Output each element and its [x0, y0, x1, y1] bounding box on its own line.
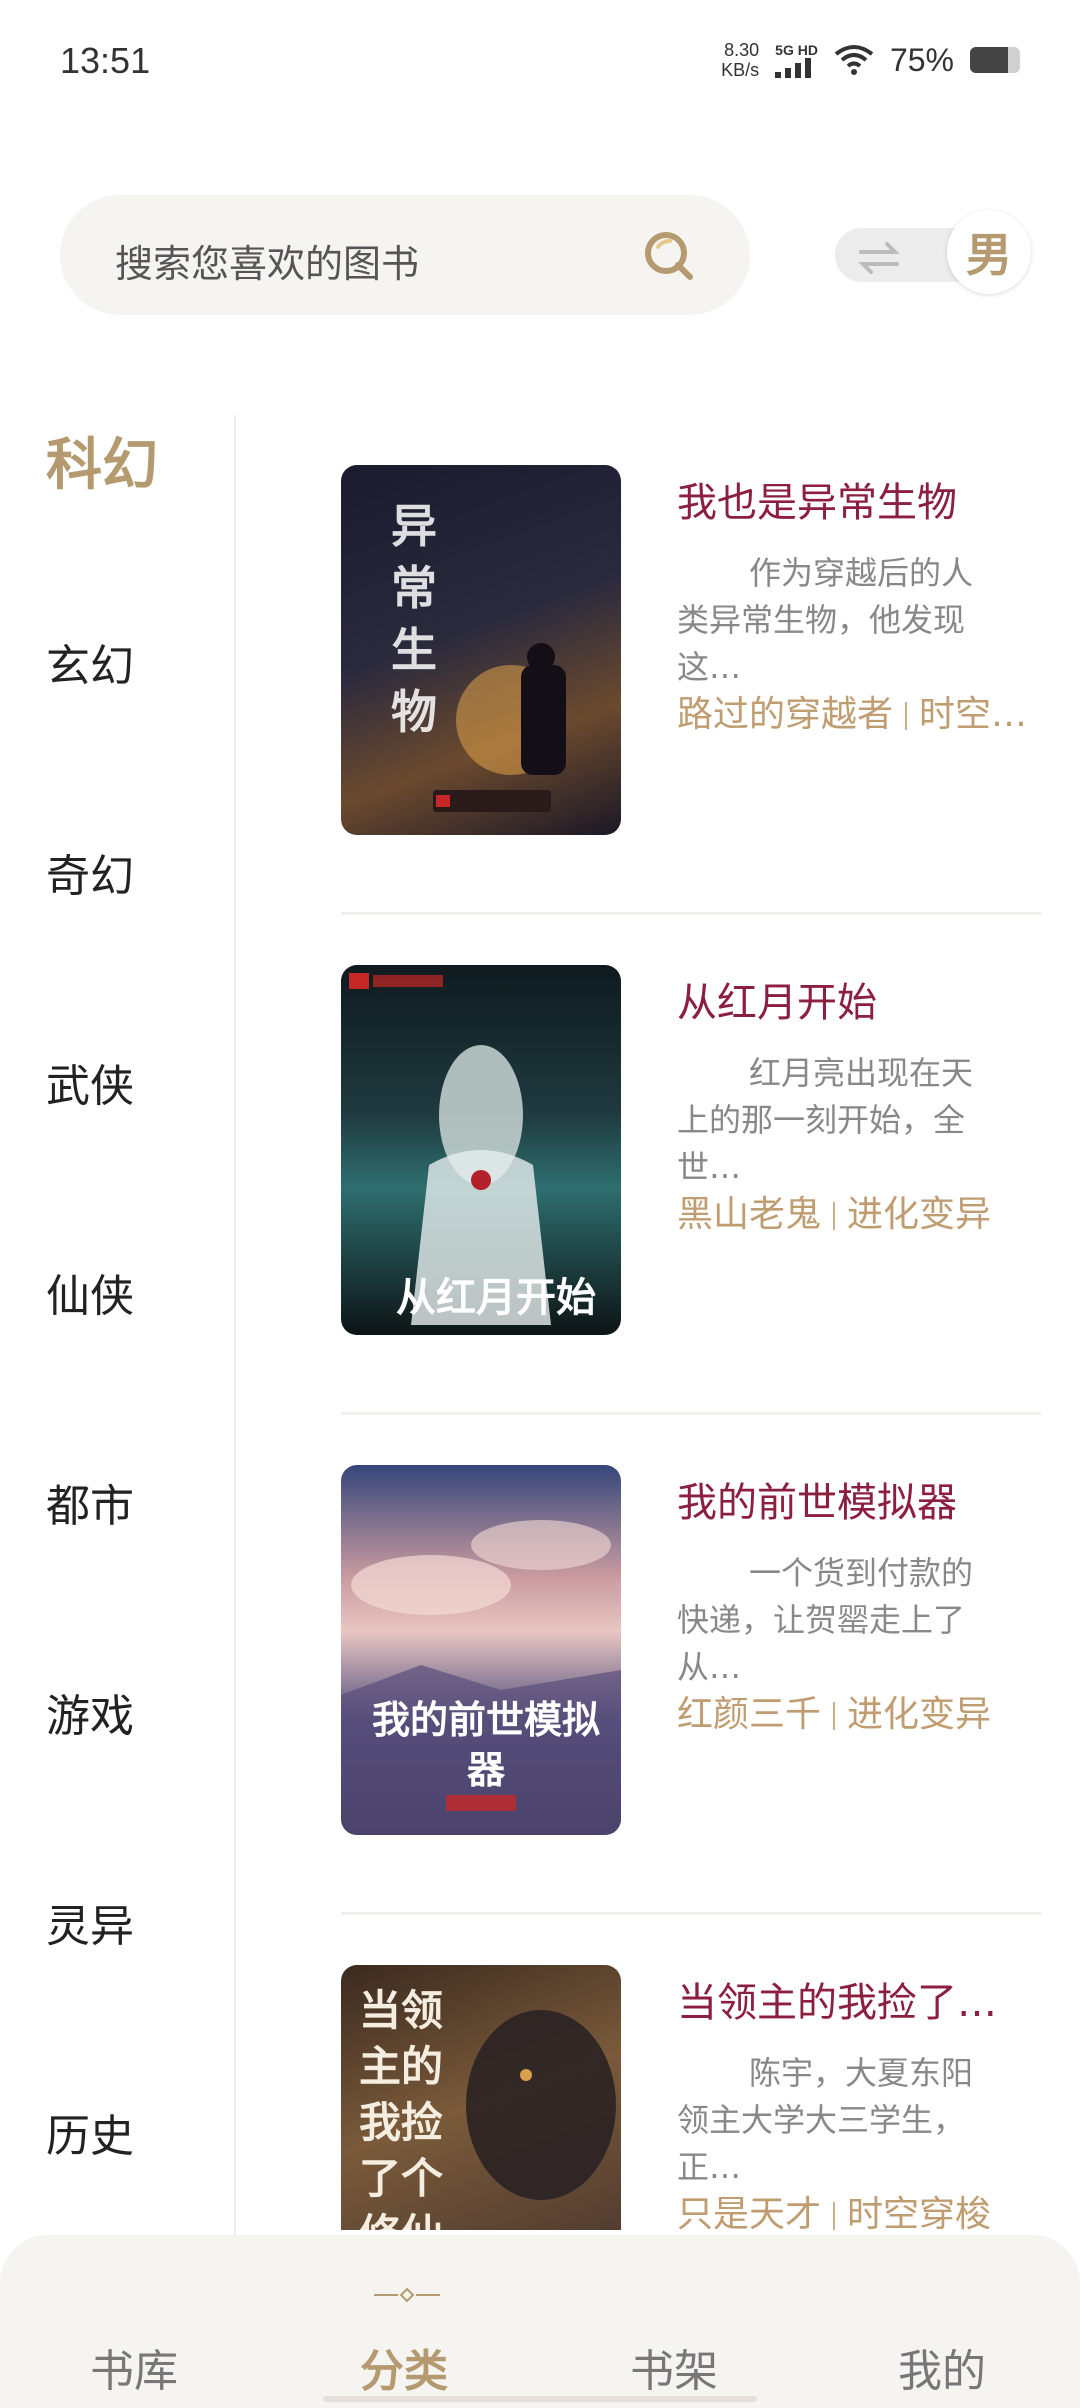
tab-bookshelf[interactable]: 书架 [630, 2335, 718, 2399]
book-genre: 进化变异 [847, 1694, 992, 1735]
book-title[interactable]: 我的前世模拟器 [677, 1470, 957, 1528]
bottom-navigation: 书库 分类 书架 我的 [0, 2235, 1080, 2408]
book-cover[interactable]: 我的前世模拟器 [341, 1465, 621, 1835]
book-list: 异常生物 我也是异常生物 作为穿越后的人类异常生物，他发现这… 路过的穿越者 时空… [236, 415, 1080, 2230]
signal-bars-icon [775, 58, 812, 78]
tab-library[interactable]: 书库 [90, 2335, 178, 2399]
book-title[interactable]: 从红月开始 [677, 970, 877, 1028]
category-item-wuxia[interactable]: 武侠 [46, 1050, 134, 1114]
battery-level [970, 47, 1008, 73]
category-item-lingyi[interactable]: 灵异 [46, 1890, 134, 1954]
tab-category[interactable]: 分类 [360, 2335, 448, 2399]
gender-knob[interactable]: 男 [947, 210, 1031, 294]
book-genre: 时空… [919, 694, 1028, 735]
search-bar[interactable]: 搜索您喜欢的图书 [60, 195, 750, 315]
status-indicators: 8.30 KB/s 5G HD 75% [721, 40, 1020, 80]
book-title[interactable]: 我也是异常生物 [677, 470, 957, 528]
search-icon[interactable] [640, 225, 700, 285]
signal-label: 5G HD [775, 42, 818, 58]
book-item[interactable]: 我的前世模拟器 我的前世模拟器 一个货到付款的快递，让贺罂走上了从… 红颜三千进… [236, 1415, 1080, 1915]
book-genre: 时空穿梭 [847, 2194, 992, 2230]
category-sidebar: 科幻 玄幻 奇幻 武侠 仙侠 都市 游戏 灵异 历史 [0, 405, 235, 2235]
book-description: 红月亮出现在天上的那一刻开始，全世… [677, 1054, 974, 1186]
cell-signal: 5G HD [775, 42, 818, 78]
book-description: 一个货到付款的快递，让贺罂走上了从… [677, 1554, 974, 1686]
category-item-scifi[interactable]: 科幻 [46, 420, 158, 501]
status-time: 13:51 [60, 40, 151, 81]
active-tab-indicator-icon [374, 2287, 440, 2303]
net-speed-unit: KB/s [721, 60, 760, 80]
book-title[interactable]: 当领主的我捡了… [677, 1970, 997, 2028]
battery-percent: 75% [889, 41, 954, 78]
category-item-xuanhuan[interactable]: 玄幻 [46, 630, 134, 694]
cover-title-text: 当领主的我捡了个修仙 [359, 1986, 444, 2230]
swap-icon [858, 242, 900, 274]
book-item[interactable]: 从红月开始 从红月开始 红月亮出现在天上的那一刻开始，全世… 黑山老鬼 进化变异 [236, 915, 1080, 1415]
book-item[interactable]: 当领主的我捡了个修仙 当领主的我捡了… 陈宇，大夏东阳领主大学大三学生，正… 只… [236, 1915, 1080, 2230]
book-author[interactable]: 红颜三千 [677, 1694, 821, 1735]
meta-separator [833, 2202, 836, 2230]
book-description: 作为穿越后的人类异常生物，他发现这… [677, 554, 974, 686]
search-placeholder: 搜索您喜欢的图书 [115, 242, 420, 286]
category-item-xianxia[interactable]: 仙侠 [46, 1260, 134, 1324]
category-item-qihuan[interactable]: 奇幻 [46, 840, 134, 904]
cover-art [433, 643, 566, 812]
cover-title-text: 从红月开始 [396, 1274, 596, 1321]
book-genre: 进化变异 [847, 1194, 992, 1235]
meta-separator [833, 1702, 836, 1730]
status-bar: 13:51 8.30 KB/s 5G HD 75% [0, 0, 1080, 130]
book-author[interactable]: 路过的穿越者 [677, 694, 893, 735]
meta-separator [833, 1202, 836, 1230]
category-item-youxi[interactable]: 游戏 [46, 1680, 134, 1744]
meta-separator [905, 702, 908, 730]
book-description: 陈宇，大夏东阳领主大学大三学生，正… [677, 2054, 974, 2186]
book-meta: 路过的穿越者 时空… [677, 685, 1027, 737]
battery-icon [970, 47, 1020, 73]
net-speed-value: 8.30 [724, 40, 760, 60]
tab-mine[interactable]: 我的 [898, 2335, 986, 2399]
book-item[interactable]: 异常生物 我也是异常生物 作为穿越后的人类异常生物，他发现这… 路过的穿越者 时空… [236, 415, 1080, 915]
book-cover[interactable]: 当领主的我捡了个修仙 [341, 1965, 621, 2230]
book-author[interactable]: 只是天才 [677, 2194, 821, 2230]
gender-toggle[interactable]: 男 [835, 210, 1031, 294]
book-author[interactable]: 黑山老鬼 [677, 1194, 821, 1235]
book-meta: 只是天才 时空穿梭 [677, 2185, 991, 2230]
cover-title-text: 我的前世模拟器 [371, 1697, 600, 1792]
wifi-icon [834, 45, 874, 75]
home-indicator[interactable] [323, 2396, 757, 2402]
category-item-lishi[interactable]: 历史 [46, 2100, 134, 2164]
category-item-dushi[interactable]: 都市 [46, 1470, 134, 1534]
gender-label: 男 [966, 228, 1012, 282]
book-cover[interactable]: 异常生物 [341, 465, 621, 835]
book-cover[interactable]: 从红月开始 [341, 965, 621, 1335]
network-speed: 8.30 KB/s [721, 40, 759, 80]
book-meta: 黑山老鬼 进化变异 [677, 1185, 991, 1237]
cover-title-text: 异常生物 [391, 499, 437, 739]
book-meta: 红颜三千 进化变异 [677, 1685, 991, 1737]
